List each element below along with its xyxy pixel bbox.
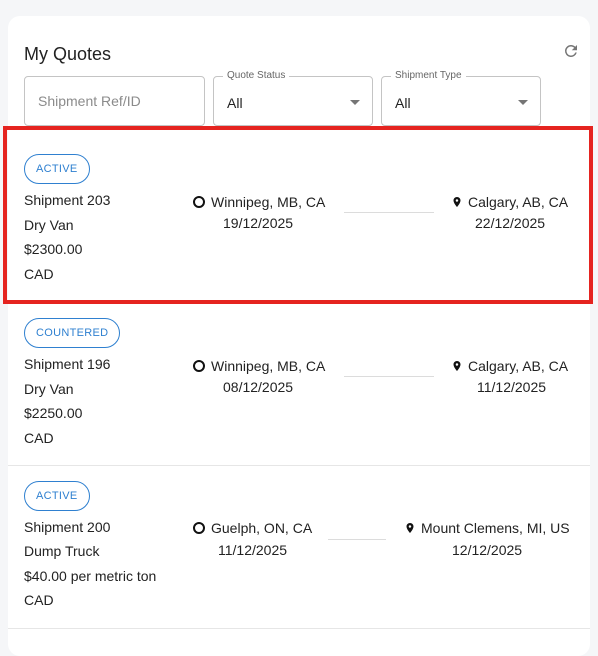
origin-circle-icon — [193, 196, 205, 208]
origin-date: 08/12/2025 — [223, 379, 294, 395]
origin-location: Winnipeg, MB, CA — [193, 194, 325, 210]
quote-price: $2250.00 — [24, 405, 83, 421]
shipment-name: Shipment 196 — [24, 356, 111, 372]
quote-status-select[interactable]: Quote Status All — [213, 70, 373, 126]
quote-status-value: All — [227, 95, 243, 111]
destination-location: Calgary, AB, CA — [451, 358, 568, 374]
destination-date: 11/12/2025 — [477, 379, 547, 395]
quote-status-label: Quote Status — [223, 70, 290, 81]
origin-location: Guelph, ON, CA — [193, 520, 312, 536]
destination-location: Calgary, AB, CA — [451, 194, 568, 210]
equipment-type: Dry Van — [24, 381, 74, 397]
quote-price: $40.00 per metric ton — [24, 568, 157, 584]
page-title: My Quotes — [24, 44, 112, 64]
shipment-name: Shipment 200 — [24, 519, 111, 535]
chevron-down-icon — [350, 100, 360, 105]
shipment-name: Shipment 203 — [24, 192, 111, 208]
destination-date: 22/12/2025 — [475, 215, 546, 231]
equipment-type: Dry Van — [24, 217, 74, 233]
status-badge: ACTIVE — [24, 154, 90, 184]
search-input[interactable]: Shipment Ref/ID — [24, 76, 205, 126]
quote-currency: CAD — [24, 266, 54, 282]
route-divider — [344, 376, 434, 377]
shipment-type-select[interactable]: Shipment Type All — [381, 70, 541, 126]
route-divider — [328, 539, 386, 540]
shipment-type-value: All — [395, 95, 411, 111]
quote-card[interactable]: ACTIVE Shipment 203 Dry Van $2300.00 CAD… — [8, 141, 590, 303]
location-pin-icon — [453, 361, 461, 371]
refresh-icon[interactable] — [562, 42, 580, 60]
route-divider — [344, 212, 434, 213]
equipment-type: Dump Truck — [24, 543, 100, 559]
quote-currency: CAD — [24, 430, 54, 446]
shipment-type-label: Shipment Type — [391, 70, 466, 81]
quote-currency: CAD — [24, 592, 54, 608]
status-badge: ACTIVE — [24, 481, 90, 511]
search-placeholder: Shipment Ref/ID — [38, 93, 141, 109]
origin-circle-icon — [193, 360, 205, 372]
origin-date: 11/12/2025 — [218, 542, 288, 558]
location-pin-icon — [406, 523, 414, 533]
quotes-panel: My Quotes Shipment Ref/ID Quote Status A… — [8, 16, 590, 656]
destination-location: Mount Clemens, MI, US — [404, 520, 570, 536]
chevron-down-icon — [518, 100, 528, 105]
status-badge: COUNTERED — [24, 318, 121, 348]
destination-date: 12/12/2025 — [452, 542, 523, 558]
quote-card[interactable]: COUNTERED Shipment 196 Dry Van $2250.00 … — [8, 304, 590, 466]
location-pin-icon — [453, 197, 461, 207]
origin-circle-icon — [193, 522, 205, 534]
quote-price: $2300.00 — [24, 241, 83, 257]
origin-date: 19/12/2025 — [223, 215, 294, 231]
quote-card[interactable]: ACTIVE Shipment 200 Dump Truck $40.00 pe… — [8, 467, 590, 629]
origin-location: Winnipeg, MB, CA — [193, 358, 325, 374]
